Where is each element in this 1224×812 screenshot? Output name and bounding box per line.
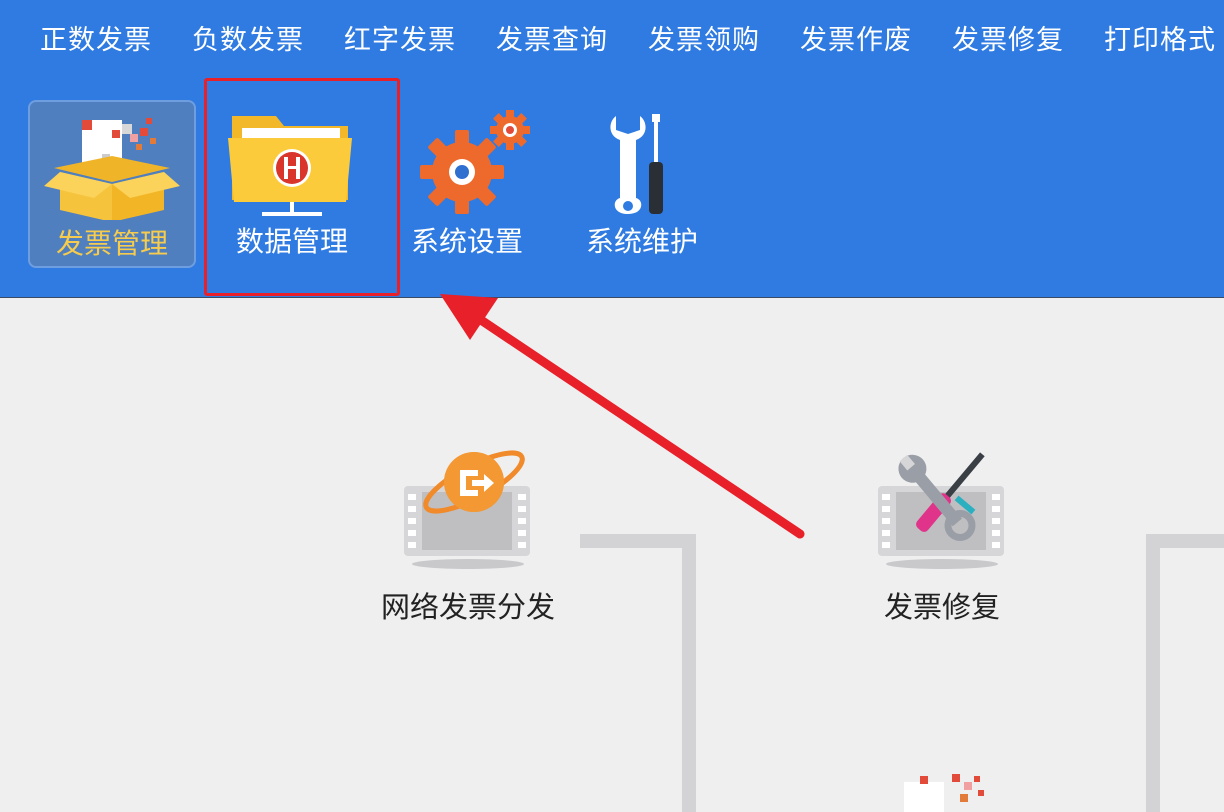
- annotation-arrow: [440, 294, 805, 539]
